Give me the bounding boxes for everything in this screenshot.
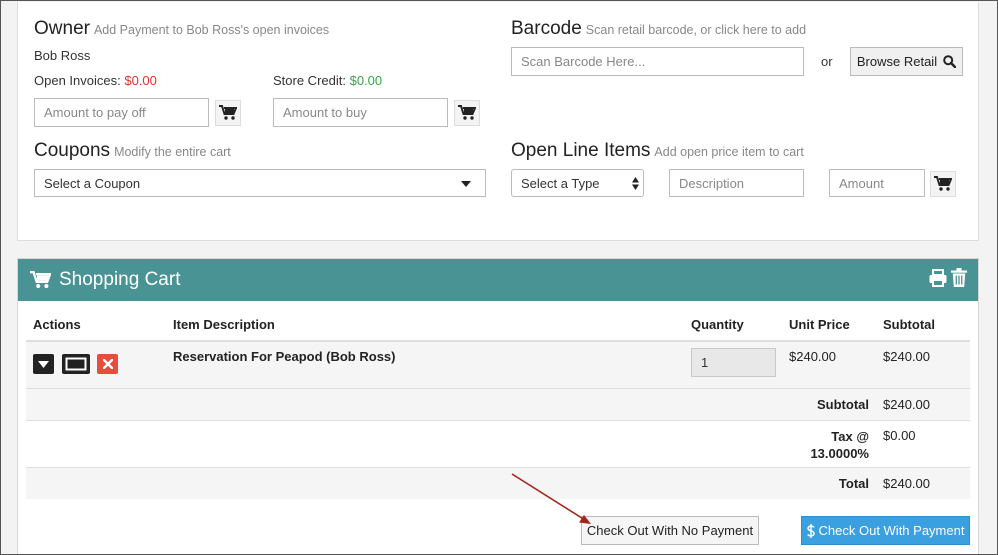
coupons-subtitle: Modify the entire cart bbox=[114, 145, 231, 159]
cart-icon bbox=[219, 105, 237, 120]
open-invoices-value: $0.00 bbox=[124, 73, 157, 88]
checkout-with-payment-button[interactable]: Check Out With Payment bbox=[801, 516, 970, 545]
coupon-select-value: Select a Coupon bbox=[44, 175, 141, 191]
col-actions: Actions bbox=[33, 317, 81, 332]
col-quantity: Quantity bbox=[691, 317, 744, 332]
open-invoices-label: Open Invoices: bbox=[34, 73, 121, 88]
barcode-title: Barcode bbox=[511, 18, 582, 39]
col-unit-price: Unit Price bbox=[789, 317, 850, 332]
tax-label-rate: 13.0000% bbox=[810, 446, 869, 461]
tax-label: Tax @ 13.0000% bbox=[760, 428, 869, 462]
type-select[interactable]: Select a Type bbox=[511, 169, 644, 197]
trash-icon[interactable] bbox=[951, 268, 967, 287]
or-text: or bbox=[821, 54, 833, 69]
ticket-icon bbox=[65, 357, 87, 371]
subtotal-label: Subtotal bbox=[817, 397, 869, 412]
annotation-arrow-icon bbox=[511, 473, 591, 524]
store-credit: Store Credit: $0.00 bbox=[273, 73, 382, 88]
owner-name: Bob Ross bbox=[34, 48, 91, 63]
close-icon bbox=[102, 359, 113, 369]
checkout-with-payment-label: Check Out With Payment bbox=[818, 523, 965, 538]
total-value: $240.00 bbox=[883, 476, 930, 491]
checkout-no-payment-label: Check Out With No Payment bbox=[586, 523, 754, 538]
caret-down-icon bbox=[461, 181, 471, 187]
open-invoices: Open Invoices: $0.00 bbox=[34, 73, 157, 88]
item-description: Reservation For Peapod (Bob Ross) bbox=[173, 349, 396, 364]
barcode-heading[interactable]: Barcode Scan retail barcode, or click her… bbox=[511, 18, 806, 40]
total-label: Total bbox=[838, 476, 869, 491]
expand-item-button[interactable] bbox=[33, 354, 54, 374]
barcode-subtitle[interactable]: Scan retail barcode, or click here to ad… bbox=[586, 23, 806, 37]
add-line-item-cart-button[interactable] bbox=[930, 171, 956, 197]
amount-input[interactable] bbox=[829, 169, 925, 197]
owner-title: Owner bbox=[34, 18, 90, 39]
checkout-no-payment-button[interactable]: Check Out With No Payment bbox=[581, 516, 759, 545]
dollar-icon bbox=[806, 523, 815, 538]
item-subtotal: $240.00 bbox=[883, 349, 930, 364]
cart-icon bbox=[934, 176, 952, 191]
subtotal-value: $240.00 bbox=[883, 397, 930, 412]
quantity-input[interactable] bbox=[691, 348, 776, 377]
open-line-items-subtitle: Add open price item to cart bbox=[654, 145, 804, 159]
item-unit-price: $240.00 bbox=[789, 349, 836, 364]
search-icon bbox=[943, 55, 957, 68]
type-select-value: Select a Type bbox=[521, 175, 600, 191]
browse-retail-button[interactable]: Browse Retail bbox=[850, 47, 963, 76]
owner-subtitle: Add Payment to Bob Ross's open invoices bbox=[93, 23, 330, 37]
add-pay-off-cart-button[interactable] bbox=[215, 100, 241, 126]
ticket-button[interactable] bbox=[62, 354, 90, 374]
open-line-items-title: Open Line Items bbox=[511, 140, 651, 161]
barcode-input[interactable] bbox=[511, 47, 804, 76]
caret-down-icon bbox=[38, 360, 49, 368]
open-line-items-heading: Open Line Items Add open price item to ca… bbox=[511, 140, 804, 162]
print-icon[interactable] bbox=[929, 269, 947, 287]
cart-header: Shopping Cart bbox=[18, 259, 978, 301]
cart-icon bbox=[458, 105, 476, 120]
row-divider bbox=[26, 420, 970, 421]
col-subtotal: Subtotal bbox=[883, 317, 935, 332]
coupons-heading: Coupons Modify the entire cart bbox=[34, 140, 231, 162]
store-credit-label: Store Credit: bbox=[273, 73, 346, 88]
cart-icon bbox=[30, 271, 51, 288]
coupons-title: Coupons bbox=[34, 140, 111, 161]
remove-item-button[interactable] bbox=[97, 354, 118, 374]
tax-label-rate-prefix: Tax @ bbox=[831, 429, 869, 444]
add-credit-cart-button[interactable] bbox=[454, 100, 480, 126]
tax-value: $0.00 bbox=[883, 428, 916, 443]
cart-title: Shopping Cart bbox=[59, 269, 181, 290]
browse-retail-label: Browse Retail bbox=[856, 54, 938, 69]
store-credit-value: $0.00 bbox=[349, 73, 383, 88]
amount-buy-input[interactable] bbox=[273, 98, 448, 127]
amount-pay-off-input[interactable] bbox=[34, 98, 209, 127]
description-input[interactable] bbox=[669, 169, 804, 197]
coupon-select[interactable]: Select a Coupon bbox=[34, 169, 486, 197]
updown-caret-icon bbox=[632, 177, 639, 190]
col-item-description: Item Description bbox=[173, 317, 275, 332]
owner-heading: Owner Add Payment to Bob Ross's open invo… bbox=[34, 18, 329, 40]
